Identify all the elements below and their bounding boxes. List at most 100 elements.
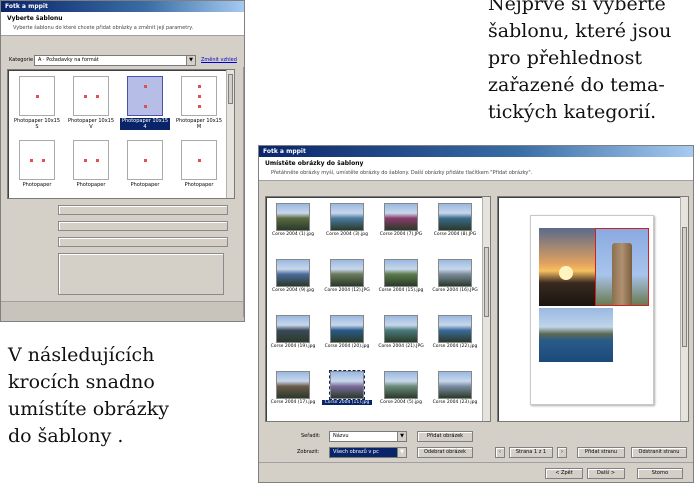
template-list-scrollbar[interactable] — [226, 70, 234, 198]
template-property-field[interactable] — [58, 221, 228, 231]
chevron-down-icon[interactable]: ▼ — [397, 448, 406, 457]
photo-thumbnail — [384, 259, 418, 287]
back-button[interactable]: < Zpět — [545, 468, 583, 479]
template-list[interactable]: Photopaper 10x15 S Photopaper 10x15 V Phot… — [7, 69, 235, 199]
source-label: Zobrazit: — [297, 449, 320, 455]
template-thumbnail — [127, 140, 163, 180]
photo-item[interactable]: Corse 2004 (8).JPG — [430, 203, 480, 237]
gallery-scrollbar[interactable] — [482, 197, 490, 421]
template-item[interactable]: Photopaper 10x15 V — [66, 76, 116, 130]
template-label: Photopaper 10x15 M — [175, 118, 223, 130]
photo-thumbnail — [276, 259, 310, 287]
photo-slot-sunset[interactable] — [539, 228, 595, 306]
template-thumbnail — [19, 76, 55, 116]
remove-picture-button[interactable]: Odebrat obrázek — [417, 447, 473, 458]
caption-line: Nejprve si vyberte — [488, 0, 666, 15]
template-label: Photopaper 10x15 S — [13, 118, 61, 130]
caption-line: tických kategorií. — [488, 101, 657, 123]
photo-thumbnail — [276, 203, 310, 231]
header-title: Umístěte obrázky do šablony — [265, 160, 364, 167]
photo-thumbnail — [438, 259, 472, 287]
photo-label: Corse 2004 (23).jpg — [432, 400, 478, 405]
caption-line: zařazené do tema- — [488, 74, 665, 96]
template-preview: 1 2 — [243, 67, 244, 317]
category-select-value: A · Požadavky na formát — [38, 57, 99, 63]
photo-label: Corse 2004 (22).jpg — [432, 344, 478, 349]
chevron-down-icon[interactable]: ▼ — [397, 432, 406, 441]
photo-thumbnail — [329, 370, 365, 400]
photo-item[interactable]: Corse 2004 (22).jpg — [430, 315, 480, 349]
template-label: Photopaper 10x15 V — [67, 118, 115, 130]
photo-item[interactable]: Corse 2004 (23).jpg — [430, 371, 480, 405]
photo-item[interactable]: Corse 2004 (19).jpg — [268, 315, 318, 349]
template-label: Photopaper — [184, 182, 214, 188]
photo-label: Corse 2004 (17).jpg — [270, 400, 316, 405]
delete-page-button[interactable]: Odstranit stranu — [631, 447, 687, 458]
caption-line: krocích snadno — [8, 371, 155, 393]
photo-label: Corse 2004 (21).JPG — [378, 344, 424, 349]
photo-item[interactable]: Corse 2004 (16).JPG — [430, 259, 480, 293]
photo-item[interactable]: Corse 2004 (15).jpg — [376, 259, 426, 293]
page-preview — [530, 215, 654, 405]
photo-thumbnail — [384, 315, 418, 343]
add-page-button[interactable]: Přidat stranu — [577, 447, 625, 458]
photo-thumbnail — [438, 371, 472, 399]
canvas-scrollbar[interactable] — [680, 197, 688, 421]
window-title: Fotk a mppit — [1, 1, 244, 12]
chevron-down-icon[interactable]: ▼ — [186, 56, 195, 65]
photo-label: Corse 2004 (3).jpg — [326, 232, 368, 237]
window-title: Fotk a mppit — [259, 146, 693, 157]
photo-item[interactable]: Corse 2004 (12).JPG — [322, 259, 372, 293]
photo-item[interactable]: Corse 2004 (21).JPG — [376, 315, 426, 349]
template-property-field[interactable] — [58, 205, 228, 215]
template-item[interactable]: Photopaper 10x15 M — [174, 76, 224, 130]
template-property-field[interactable] — [58, 237, 228, 247]
photo-item[interactable]: Corse 2004 (9).jpg — [268, 259, 318, 293]
header-subtitle: Přetáhněte obrázky myší, umístěte obrázk… — [271, 170, 533, 176]
header-title: Vyberte šablonu — [7, 15, 63, 22]
photo-label: Corse 2004 (16).JPG — [432, 288, 478, 293]
template-item[interactable]: Photopaper 10x15 S — [12, 76, 62, 130]
photo-item[interactable]: Corse 2004 (3).jpg — [322, 203, 372, 237]
photo-item[interactable]: Corse 2004 (7).JPG — [376, 203, 426, 237]
template-item[interactable]: Photopaper 10x15 4 — [120, 76, 170, 130]
template-item[interactable]: Photopaper — [174, 140, 224, 188]
previous-page-button[interactable]: ‹ — [495, 447, 505, 458]
next-button[interactable]: Další > — [587, 468, 625, 479]
photo-item[interactable]: Corse 2004 (17).jpg — [268, 371, 318, 405]
template-label: Photopaper — [22, 182, 52, 188]
sort-select[interactable]: Názvu ▼ — [329, 431, 407, 442]
template-thumbnail — [73, 76, 109, 116]
page-canvas[interactable] — [497, 196, 689, 422]
page-indicator: Strana 1 z 1 — [509, 447, 553, 458]
template-thumbnail — [181, 76, 217, 116]
category-select[interactable]: A · Požadavky na formát ▼ — [34, 55, 196, 66]
photo-gallery[interactable]: Corse 2004 (1).jpg Corse 2004 (3).jpg Cors… — [265, 196, 491, 422]
template-item[interactable]: Photopaper — [120, 140, 170, 188]
template-label: Photopaper 10x15 4 — [120, 118, 170, 130]
caption-line: pro přehlednost — [488, 47, 642, 69]
template-thumbnail — [73, 140, 109, 180]
photo-item[interactable]: Corse 2004 (1).jpg — [268, 203, 318, 237]
photo-thumbnail — [438, 315, 472, 343]
template-item[interactable]: Photopaper — [66, 140, 116, 188]
photo-item[interactable]: Corse 2004 (11).jpg — [322, 370, 372, 405]
photo-thumbnail — [276, 371, 310, 399]
caption-line: umístíte obrázky — [8, 398, 169, 420]
photo-item[interactable]: Corse 2004 (5).jpg — [376, 371, 426, 405]
image-placement-window: Fotk a mppit Umístěte obrázky do šablony… — [258, 145, 694, 483]
photo-slot-coast[interactable] — [539, 308, 613, 362]
next-page-button[interactable]: › — [557, 447, 567, 458]
photo-label: Corse 2004 (19).jpg — [270, 344, 316, 349]
template-label: Photopaper — [76, 182, 106, 188]
add-picture-button[interactable]: Přidat obrázek — [417, 431, 473, 442]
photo-item[interactable]: Corse 2004 (20).jpg — [322, 315, 372, 349]
caption-line: V následujících — [8, 344, 155, 366]
photo-thumbnail — [330, 203, 364, 231]
cancel-button[interactable]: Storno — [637, 468, 683, 479]
change-look-link[interactable]: Změnit vzhled — [201, 57, 237, 63]
template-thumbnail — [127, 76, 163, 116]
source-select[interactable]: Všech obrazů v pc ▼ — [329, 447, 407, 458]
template-item[interactable]: Photopaper — [12, 140, 62, 188]
photo-slot-tower[interactable] — [595, 228, 649, 306]
